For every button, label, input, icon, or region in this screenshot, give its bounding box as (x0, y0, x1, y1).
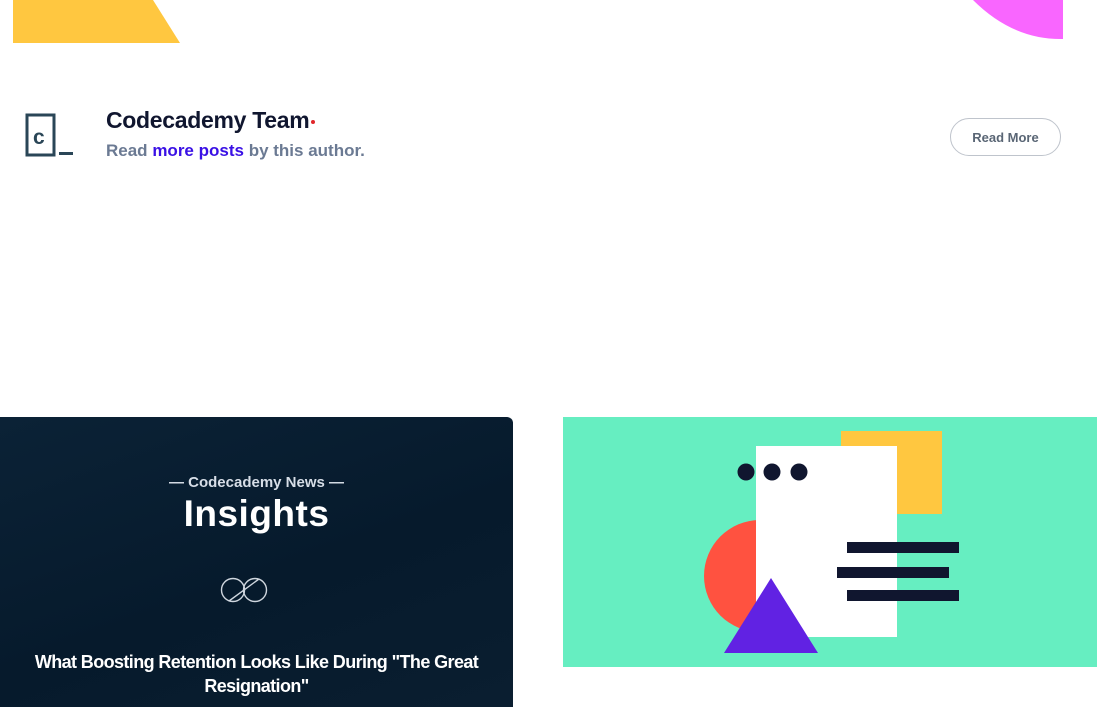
illo-dot (790, 463, 808, 481)
hero-pink-shape (973, 0, 1063, 40)
author-posts-line: Read more posts by this author. (106, 141, 365, 161)
hero-yellow-shape (13, 0, 180, 43)
svg-text:c: c (33, 126, 45, 149)
article-card[interactable] (563, 417, 1097, 707)
cursor-marker (311, 120, 315, 124)
illo-dot (737, 463, 755, 481)
illo-line (847, 590, 959, 601)
more-posts-link[interactable]: more posts (152, 141, 244, 160)
illo-dot (763, 463, 781, 481)
codecademy-logo-icon: c (24, 112, 76, 164)
card-kicker: — Codecademy News — (168, 474, 345, 491)
author-name: Codecademy Team (106, 107, 310, 133)
read-more-button[interactable]: Read More (950, 118, 1061, 156)
illo-line (837, 567, 949, 578)
card-title: Insights (183, 493, 330, 534)
hero-illustration (13, 0, 1063, 43)
illo-line (847, 542, 959, 553)
author-line-prefix: Read (106, 141, 148, 160)
infinity-icon (219, 576, 269, 609)
author-line-suffix: by this author. (248, 141, 365, 160)
author-bio: c Codecademy Team Read more posts by thi… (0, 100, 1097, 180)
article-title[interactable]: What Boosting Retention Looks Like Durin… (14, 650, 499, 698)
article-illustration (563, 417, 1097, 667)
insights-card[interactable]: — Codecademy News — Insights What Boosti… (0, 417, 513, 707)
